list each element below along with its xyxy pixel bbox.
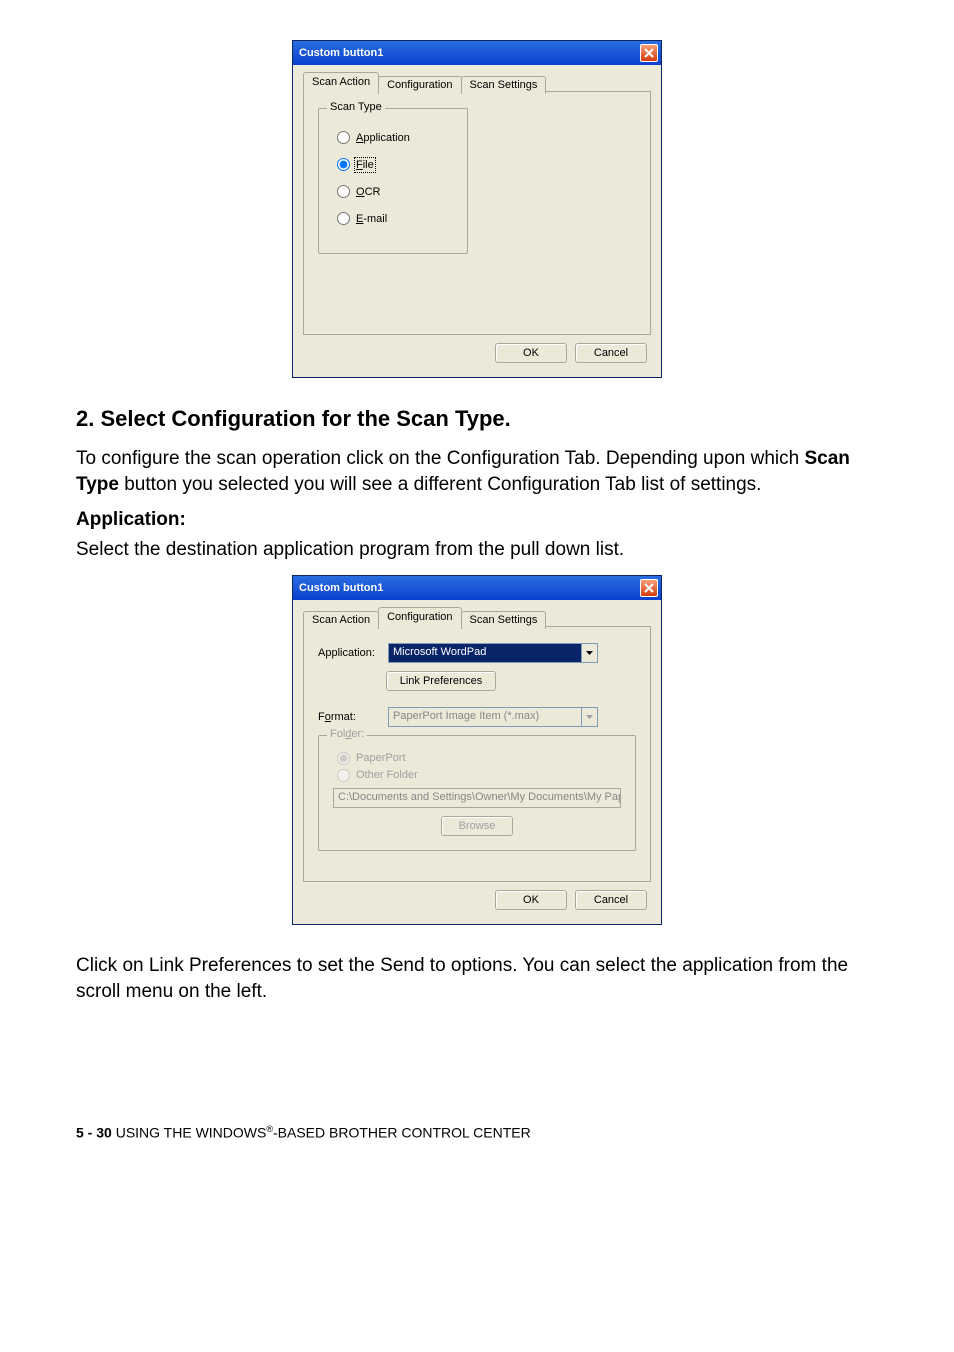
titlebar: Custom button1 [293,41,661,65]
application-dropdown[interactable]: Microsoft WordPad [388,643,598,663]
dialog-title: Custom button1 [299,582,383,594]
radio-ocr[interactable] [337,185,350,198]
label-other-folder: Other Folder [356,769,418,781]
tab-scan-action[interactable]: Scan Action [303,72,379,92]
scan-type-group: Scan Type Application File OCR [318,108,468,254]
label-ocr: OCR [356,186,380,198]
application-value: Microsoft WordPad [389,644,581,662]
chevron-down-icon [581,708,597,726]
cancel-button[interactable]: Cancel [575,343,647,363]
label-application: Application: [318,647,375,659]
label-email: E-mail [356,213,387,225]
group-folder-title: Folder: [330,728,364,740]
label-file: File [356,159,374,171]
tab-configuration[interactable]: Configuration [378,76,461,94]
browse-button: Browse [441,816,513,836]
label-format: Format: [318,711,356,723]
tab-strip: Scan Action Configuration Scan Settings [303,72,651,92]
label-application: Application [356,132,410,144]
radio-email[interactable] [337,212,350,225]
radio-file[interactable] [337,158,350,171]
label-paperport: PaperPort [356,752,406,764]
dialog-scan-action: Custom button1 Scan Action Configuration… [292,40,662,378]
link-preferences-button[interactable]: Link Preferences [386,671,496,691]
titlebar: Custom button1 [293,576,661,600]
close-icon[interactable] [640,44,658,62]
tab-scan-settings[interactable]: Scan Settings [461,611,547,629]
cancel-button[interactable]: Cancel [575,890,647,910]
folder-group: Folder:Folder: PaperPort Other Folder C:… [318,735,636,851]
close-icon[interactable] [640,579,658,597]
body-paragraph-3: Click on Link Preferences to set the Sen… [76,953,878,1004]
tab-scan-settings[interactable]: Scan Settings [461,76,547,94]
radio-application[interactable] [337,131,350,144]
format-dropdown: PaperPort Image Item (*.max) [388,707,598,727]
dialog-title: Custom button1 [299,47,383,59]
page-footer: 5 - 30 USING THE WINDOWS®-BASED BROTHER … [76,1124,878,1141]
body-paragraph-1: To configure the scan operation click on… [76,446,878,497]
tab-configuration[interactable]: Configuration [378,607,461,627]
tab-scan-action[interactable]: Scan Action [303,611,379,629]
radio-paperport [337,752,350,765]
radio-other-folder [337,769,350,782]
format-value: PaperPort Image Item (*.max) [389,708,581,726]
subheading-application: Application: [76,509,878,531]
group-title: Scan Type [330,101,382,113]
section-heading: 2. Select Configuration for the Scan Typ… [76,406,878,432]
ok-button[interactable]: OK [495,343,567,363]
ok-button[interactable]: OK [495,890,567,910]
tab-strip: Scan Action Configuration Scan Settings [303,607,651,627]
dialog-configuration: Custom button1 Scan Action Configuration… [292,575,662,925]
body-paragraph-2: Select the destination application progr… [76,537,878,563]
chevron-down-icon[interactable] [581,644,597,662]
folder-path-field: C:\Documents and Settings\Owner\My Docum… [333,788,621,808]
